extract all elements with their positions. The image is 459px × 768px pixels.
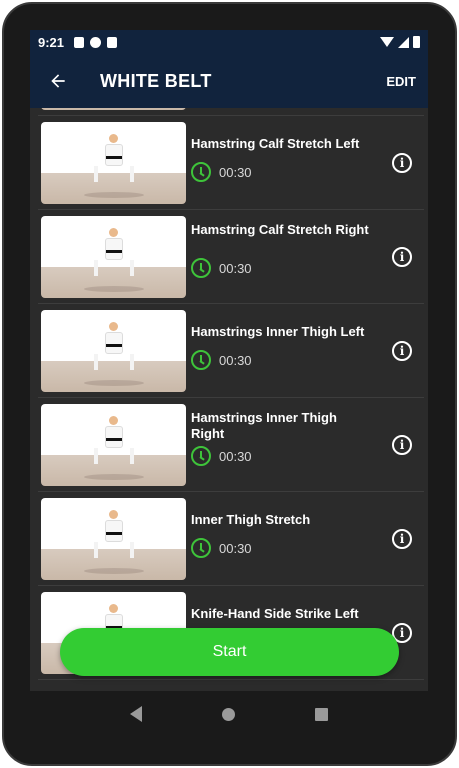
exercise-title: Hamstring Calf Stretch Left [191,136,360,151]
duration-text: 00:30 [219,448,252,464]
nav-home-icon[interactable] [222,707,235,721]
wifi-icon [380,37,394,47]
exercise-thumbnail [41,404,186,486]
status-time: 9:21 [38,34,65,50]
exercise-row[interactable]: Inner Thigh Stretch 00:30 i [38,492,424,586]
exercise-thumbnail [41,216,186,298]
exercise-thumbnail [41,498,186,580]
nav-recents-icon[interactable] [315,707,328,721]
exercise-row[interactable]: Hamstring Calf Stretch Right 00:30 i [38,210,424,304]
exercise-thumbnail [41,310,186,392]
clock-icon [191,258,211,278]
exercise-thumbnail [41,108,186,110]
exercise-row[interactable]: Hamstrings Inner Thigh Right 00:30 i [38,398,424,492]
black-belt [105,532,122,535]
info-icon[interactable]: i [392,247,412,267]
info-icon[interactable]: i [392,341,412,361]
duration-text: 00:30 [219,540,252,556]
clock-icon [191,162,211,182]
black-belt [105,344,122,347]
notification-a-icon [74,36,85,48]
battery-icon [413,36,420,48]
notification-f-icon [90,36,102,48]
exercise-row[interactable]: Hamstrings Inner Thigh Left 00:30 i [38,304,424,398]
clock-icon [191,446,211,466]
app-screen: 9:21 WHITE BELT EDIT Raise Knee00:30iHam… [30,30,428,691]
nav-back-icon[interactable] [130,706,142,722]
exercise-list[interactable]: Raise Knee00:30iHamstring Calf Stretch L… [30,108,428,691]
exercise-duration: 00:30 [191,350,252,370]
info-icon[interactable]: i [392,153,412,173]
edit-button[interactable]: EDIT [386,68,416,95]
system-nav-bar [30,691,428,737]
info-icon[interactable]: i [392,435,412,455]
start-button[interactable]: Start [60,628,399,676]
exercise-duration: 00:30 [191,258,252,278]
black-belt [105,250,122,253]
back-button[interactable] [30,54,86,108]
exercise-row[interactable]: Raise Knee00:30i [38,108,424,116]
info-icon[interactable]: i [392,529,412,549]
martial-artist-figure [93,134,134,182]
cell-signal-icon [398,36,409,48]
duration-text: 00:30 [219,164,252,180]
exercise-duration: 00:30 [191,162,252,182]
black-belt [105,438,122,441]
app-bar: WHITE BELT EDIT [30,54,428,108]
exercise-title: Hamstring Calf Stretch Right [191,222,369,237]
exercise-duration: 00:30 [191,446,252,466]
arrow-left-icon [51,74,65,88]
exercise-title: Inner Thigh Stretch [191,512,311,527]
duration-text: 00:30 [219,352,252,368]
martial-artist-figure [93,510,134,558]
martial-artist-figure [93,228,134,276]
exercise-title: Knife-Hand Side Strike Left [191,606,359,621]
martial-artist-figure [93,416,134,464]
page-title: WHITE BELT [100,70,212,91]
exercise-title: Hamstrings Inner Thigh Left [191,324,365,339]
exercise-thumbnail [41,122,186,204]
clock-icon [191,350,211,370]
exercise-row[interactable]: Hamstring Calf Stretch Left 00:30 i [38,116,424,210]
martial-artist-figure [93,322,134,370]
clock-icon [191,538,211,558]
duration-text: 00:30 [219,260,252,276]
black-belt [105,156,122,159]
sd-card-icon [107,36,118,48]
exercise-duration: 00:30 [191,538,252,558]
status-bar: 9:21 [30,30,428,54]
exercise-title: Hamstrings Inner Thigh Right [191,410,337,441]
